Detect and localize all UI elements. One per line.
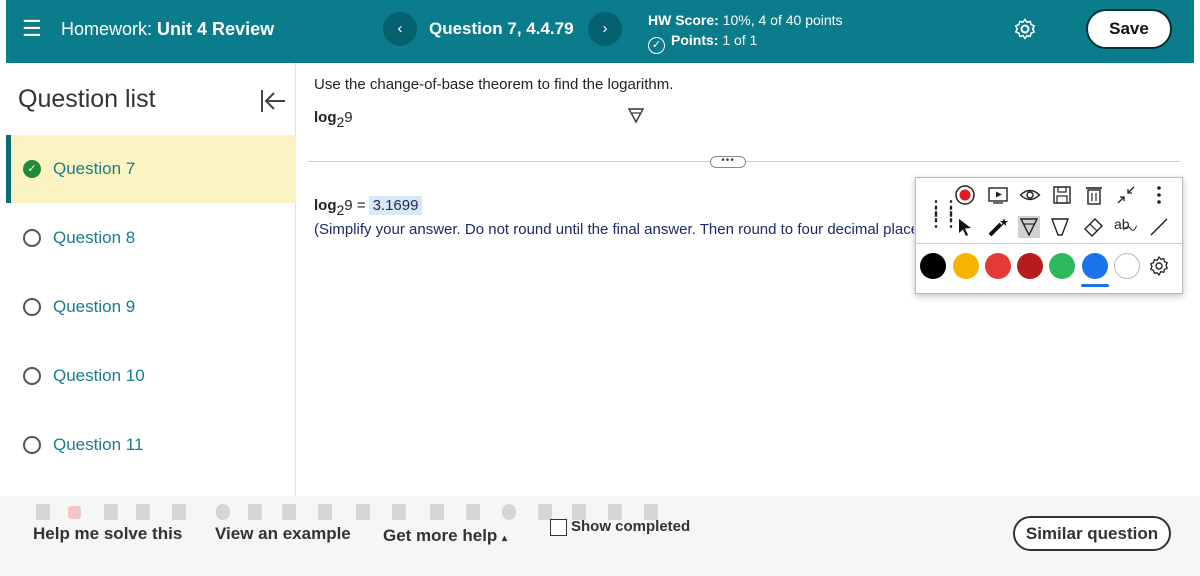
pointer-icon[interactable] — [954, 216, 976, 238]
show-completed-label: Show completed — [571, 518, 691, 535]
prev-question-button[interactable]: ‹ — [383, 12, 417, 46]
more-vertical-icon[interactable] — [1148, 184, 1170, 206]
similar-question-button[interactable]: Similar question — [1013, 516, 1171, 551]
empty-circle-icon — [23, 298, 41, 316]
annotation-toolbar: ⋮⋮ ⋮⋮ ⋮⋮ ab — [915, 177, 1184, 294]
empty-circle-icon — [23, 367, 41, 385]
view-example-button[interactable]: View an example — [215, 524, 351, 544]
homework-title: Homework: Unit 4 Review — [61, 19, 274, 40]
play-video-icon[interactable] — [987, 184, 1009, 206]
log-expression: log29 — [314, 109, 353, 130]
color-swatch-yellow[interactable] — [953, 253, 979, 279]
check-circle-icon: ✓ — [648, 37, 665, 54]
trash-icon[interactable] — [1083, 184, 1105, 206]
color-swatch-red[interactable] — [985, 253, 1011, 279]
record-icon[interactable] — [954, 184, 976, 206]
question-instruction: Use the change-of-base theorem to find t… — [314, 76, 674, 93]
hw-score: HW Score: 10%, 4 of 40 points — [648, 12, 843, 28]
answer-hint: (Simplify your answer. Do not round unti… — [314, 221, 914, 238]
chevron-left-icon: ‹ — [397, 20, 403, 37]
hamburger-icon[interactable]: ☰ — [22, 18, 42, 40]
question-list-sidebar: Question list ✓ Question 7 Question 8 Qu… — [6, 63, 296, 503]
show-completed-checkbox[interactable] — [550, 519, 567, 536]
homework-name: Unit 4 Review — [157, 19, 275, 39]
answer-input[interactable]: 3.1699 — [368, 196, 423, 215]
points: ✓ Points: 1 of 1 — [648, 30, 843, 54]
get-more-help-button[interactable]: Get more help ▴ — [383, 526, 507, 546]
marker-icon[interactable] — [1049, 216, 1071, 238]
sidebar-item-question-10[interactable]: Question 10 — [6, 342, 296, 410]
sidebar-item-question-8[interactable]: Question 8 — [6, 204, 296, 272]
score-panel: HW Score: 10%, 4 of 40 points ✓ Points: 1… — [648, 10, 843, 54]
magic-wand-icon[interactable] — [987, 216, 1009, 238]
collapse-sidebar-icon[interactable] — [259, 88, 287, 114]
save-button[interactable]: Save — [1086, 9, 1172, 49]
check-circle-icon: ✓ — [23, 160, 41, 178]
bottom-action-bar: Help me solve this View an example Get m… — [0, 496, 1200, 576]
question-title: Question 7, 4.4.79 — [429, 19, 574, 38]
question-list-title: Question list — [18, 85, 156, 113]
sidebar-item-label: Question 8 — [53, 228, 136, 247]
empty-circle-icon — [23, 229, 41, 247]
chevron-right-icon: › — [602, 20, 608, 37]
caret-up-icon: ▴ — [502, 533, 508, 544]
sidebar-item-question-9[interactable]: Question 9 — [6, 273, 296, 341]
highlighter-icon[interactable] — [1018, 216, 1040, 238]
toolbar-divider — [916, 243, 1184, 244]
answer-line: log29 = 3.1699 — [314, 196, 423, 218]
resize-handle-icon[interactable]: ••• — [710, 156, 746, 168]
homework-prefix: Homework: — [61, 19, 153, 39]
eraser-icon[interactable] — [1082, 216, 1104, 238]
line-tool-icon[interactable] — [1148, 216, 1170, 238]
sidebar-item-label: Question 9 — [53, 297, 136, 316]
empty-circle-icon — [23, 436, 41, 454]
sidebar-item-question-7[interactable]: ✓ Question 7 — [6, 135, 296, 203]
selected-color-indicator — [1081, 284, 1109, 287]
save-disk-icon[interactable] — [1051, 184, 1073, 206]
sidebar-item-label: Question 7 — [53, 159, 136, 178]
help-me-solve-button[interactable]: Help me solve this — [33, 524, 182, 544]
color-swatch-green[interactable] — [1049, 253, 1075, 279]
settings-gear-icon[interactable] — [1013, 17, 1037, 41]
sidebar-item-question-11[interactable]: Question 11 — [6, 411, 296, 479]
color-swatch-blue[interactable] — [1082, 253, 1108, 279]
color-swatch-white[interactable] — [1114, 253, 1140, 279]
eye-icon[interactable] — [1019, 184, 1041, 206]
funnel-icon[interactable] — [627, 106, 645, 124]
toolbar-settings-icon[interactable] — [1148, 255, 1170, 277]
color-swatch-black[interactable] — [920, 253, 946, 279]
next-question-button[interactable]: › — [588, 12, 622, 46]
top-header: ☰ Homework: Unit 4 Review ‹ Question 7, … — [6, 0, 1194, 63]
sidebar-item-label: Question 10 — [53, 366, 145, 385]
sidebar-item-label: Question 11 — [53, 435, 144, 454]
collapse-arrows-icon[interactable] — [1115, 184, 1137, 206]
text-tool-icon[interactable]: ab — [1114, 216, 1137, 238]
color-swatch-dark-red[interactable] — [1017, 253, 1043, 279]
